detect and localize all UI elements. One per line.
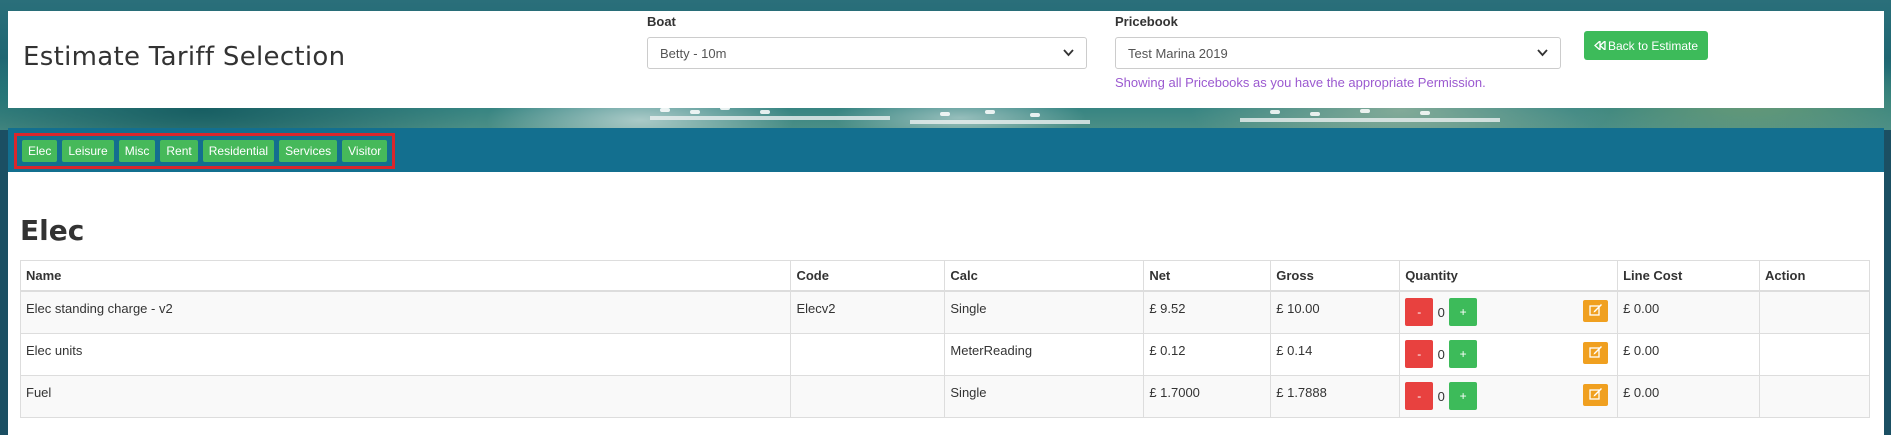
cell-gross: £ 1.7888 xyxy=(1270,374,1401,418)
decrease-quantity-button[interactable]: - xyxy=(1405,298,1434,326)
cell-name: Elec standing charge - v2 xyxy=(19,290,792,334)
decrease-quantity-button[interactable]: - xyxy=(1405,340,1434,368)
chevron-down-icon xyxy=(1537,46,1548,60)
cell-gross: £ 10.00 xyxy=(1270,290,1401,334)
category-bar: Elec Leisure Misc Rent Residential Servi… xyxy=(8,128,1884,172)
column-header-quantity: Quantity xyxy=(1399,260,1619,292)
column-header-calc: Calc xyxy=(944,260,1145,292)
edit-button[interactable] xyxy=(1583,299,1609,322)
main-content: Elec Name Code Calc Net Gross Quantity L… xyxy=(8,172,1884,435)
increase-quantity-button[interactable]: + xyxy=(1449,340,1478,368)
cell-quantity: - 0 + xyxy=(1399,332,1619,376)
cell-name: Elec units xyxy=(19,332,792,376)
cell-quantity: - 0 + xyxy=(1399,374,1619,418)
edit-icon xyxy=(1588,303,1603,319)
category-button-leisure[interactable]: Leisure xyxy=(62,140,114,162)
cell-action xyxy=(1759,332,1870,376)
quantity-value: 0 xyxy=(1437,304,1445,320)
section-title: Elec xyxy=(20,214,85,247)
cell-calc: Single xyxy=(944,374,1145,418)
category-button-residential[interactable]: Residential xyxy=(202,140,275,162)
category-button-misc[interactable]: Misc xyxy=(118,140,156,162)
category-button-rent[interactable]: Rent xyxy=(160,140,198,162)
cell-line-cost: £ 0.00 xyxy=(1617,290,1760,334)
pricebook-label: Pricebook xyxy=(1115,14,1178,29)
cell-net: £ 1.7000 xyxy=(1143,374,1272,418)
table-row: Elec standing charge - v2 Elecv2 Single … xyxy=(19,290,1870,334)
cell-net: £ 0.12 xyxy=(1143,332,1272,376)
table-row: Elec units MeterReading £ 0.12 £ 0.14 - … xyxy=(19,332,1870,376)
edit-icon xyxy=(1588,387,1603,403)
cell-action xyxy=(1759,374,1870,418)
boat-select[interactable]: Betty - 10m xyxy=(647,37,1087,69)
category-button-elec[interactable]: Elec xyxy=(22,140,58,162)
cell-net: £ 9.52 xyxy=(1143,290,1272,334)
edit-button[interactable] xyxy=(1583,383,1609,406)
header-card: Estimate Tariff Selection Boat Betty - 1… xyxy=(8,11,1884,108)
cell-quantity: - 0 + xyxy=(1399,290,1619,334)
category-button-group: Elec Leisure Misc Rent Residential Servi… xyxy=(14,133,396,169)
cell-gross: £ 0.14 xyxy=(1270,332,1401,376)
pricebook-select-value: Test Marina 2019 xyxy=(1128,45,1228,61)
cell-code: Elecv2 xyxy=(790,290,946,334)
boat-label: Boat xyxy=(647,14,676,29)
cell-calc: MeterReading xyxy=(944,332,1145,376)
quantity-value: 0 xyxy=(1437,346,1445,362)
table-header-row: Name Code Calc Net Gross Quantity Line C… xyxy=(19,260,1870,292)
cell-action xyxy=(1759,290,1870,334)
pricebook-select[interactable]: Test Marina 2019 xyxy=(1115,37,1561,69)
quantity-value: 0 xyxy=(1437,388,1445,404)
column-header-net: Net xyxy=(1143,260,1272,292)
page-title: Estimate Tariff Selection xyxy=(23,42,346,72)
chevron-down-icon xyxy=(1063,46,1074,60)
edit-button[interactable] xyxy=(1583,341,1609,364)
column-header-line-cost: Line Cost xyxy=(1617,260,1760,292)
table-row: Fuel Single £ 1.7000 £ 1.7888 - 0 + £ 0.… xyxy=(19,374,1870,418)
column-header-code: Code xyxy=(790,260,946,292)
category-button-visitor[interactable]: Visitor xyxy=(342,140,388,162)
edit-icon xyxy=(1588,345,1603,361)
cell-line-cost: £ 0.00 xyxy=(1617,332,1760,376)
category-button-services[interactable]: Services xyxy=(279,140,338,162)
increase-quantity-button[interactable]: + xyxy=(1449,382,1478,410)
column-header-gross: Gross xyxy=(1270,260,1401,292)
cell-calc: Single xyxy=(944,290,1145,334)
cell-code xyxy=(790,332,946,376)
column-header-name: Name xyxy=(19,260,792,292)
decrease-quantity-button[interactable]: - xyxy=(1405,382,1434,410)
permission-note: Showing all Pricebooks as you have the a… xyxy=(1115,75,1486,90)
back-to-estimate-label: Back to Estimate xyxy=(1607,38,1699,53)
column-header-action: Action xyxy=(1759,260,1870,292)
cell-line-cost: £ 0.00 xyxy=(1617,374,1760,418)
boat-select-value: Betty - 10m xyxy=(660,45,727,61)
rewind-icon xyxy=(1593,39,1606,53)
cell-name: Fuel xyxy=(19,374,792,418)
increase-quantity-button[interactable]: + xyxy=(1449,298,1478,326)
cell-code xyxy=(790,374,946,418)
back-to-estimate-button[interactable]: Back to Estimate xyxy=(1584,31,1708,60)
tariff-table: Name Code Calc Net Gross Quantity Line C… xyxy=(19,260,1870,418)
